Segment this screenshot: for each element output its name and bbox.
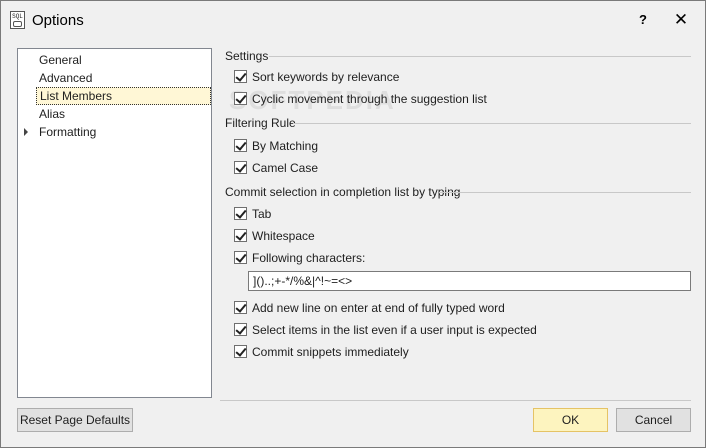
cancel-button[interactable]: Cancel: [616, 408, 691, 432]
sort-keywords-label: Sort keywords by relevance: [252, 70, 400, 84]
following-characters-checkbox[interactable]: [234, 251, 247, 264]
sql-app-icon: SQL: [10, 11, 25, 29]
nav-item-alias[interactable]: Alias: [36, 105, 68, 123]
app-icon-label: SQL: [12, 13, 23, 20]
options-dialog: SQL Options ? ✕ General Advanced List Me…: [0, 0, 706, 448]
commit-snippets-label: Commit snippets immediately: [252, 345, 409, 359]
by-matching-checkbox[interactable]: [234, 139, 247, 152]
whitespace-checkbox[interactable]: [234, 229, 247, 242]
nav-item-general[interactable]: General: [36, 51, 85, 69]
settings-divider: [269, 56, 691, 57]
expand-arrow-icon[interactable]: [24, 128, 28, 136]
following-characters-input[interactable]: [248, 271, 691, 291]
database-icon: [13, 21, 22, 27]
whitespace-label: Whitespace: [252, 229, 315, 243]
camel-case-label: Camel Case: [252, 161, 319, 175]
cyclic-movement-label: Cyclic movement through the suggestion l…: [252, 92, 487, 106]
tab-label: Tab: [252, 207, 272, 221]
select-items-checkbox[interactable]: [234, 323, 247, 336]
close-button[interactable]: ✕: [666, 9, 696, 31]
reset-page-defaults-button[interactable]: Reset Page Defaults: [17, 408, 133, 432]
by-matching-label: By Matching: [252, 139, 319, 153]
following-characters-label: Following characters:: [252, 251, 366, 265]
camel-case-checkbox[interactable]: [234, 161, 247, 174]
add-new-line-checkbox[interactable]: [234, 301, 247, 314]
options-nav-tree[interactable]: General Advanced List Members Alias Form…: [17, 48, 212, 398]
filtering-section-title: Filtering Rule: [225, 116, 296, 130]
title-bar[interactable]: SQL Options ? ✕: [1, 1, 705, 39]
commit-snippets-checkbox[interactable]: [234, 345, 247, 358]
commit-divider: [439, 192, 691, 193]
select-items-label: Select items in the list even if a user …: [252, 323, 537, 337]
help-button[interactable]: ?: [628, 9, 658, 31]
nav-item-list-members[interactable]: List Members: [36, 87, 211, 105]
nav-item-advanced[interactable]: Advanced: [36, 69, 95, 87]
tab-checkbox[interactable]: [234, 207, 247, 220]
ok-button[interactable]: OK: [533, 408, 608, 432]
commit-section-title: Commit selection in completion list by t…: [225, 185, 461, 199]
add-new-line-label: Add new line on enter at end of fully ty…: [252, 301, 505, 315]
footer-divider: [220, 400, 691, 401]
sort-keywords-checkbox[interactable]: [234, 70, 247, 83]
cyclic-movement-checkbox[interactable]: [234, 92, 247, 105]
window-title: Options: [32, 12, 84, 29]
settings-section-title: Settings: [225, 49, 269, 63]
nav-item-formatting[interactable]: Formatting: [36, 123, 99, 141]
filtering-divider: [293, 123, 691, 124]
